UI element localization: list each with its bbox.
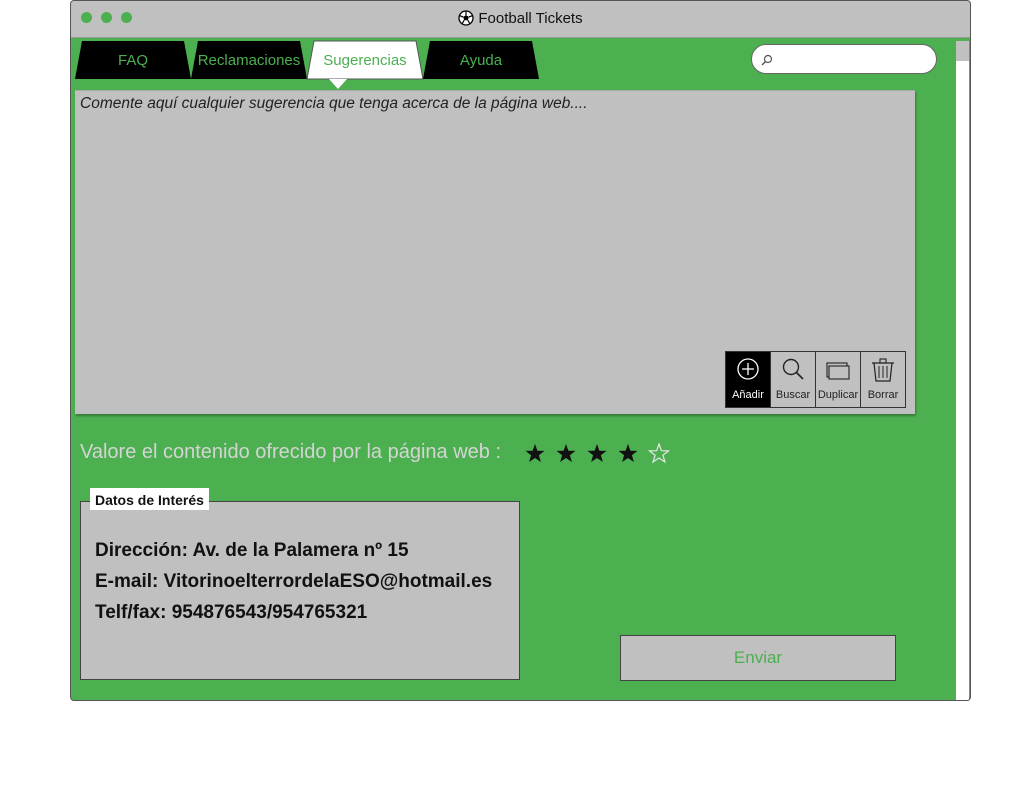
star-filled-icon[interactable] — [616, 442, 647, 466]
email-text: E-mail: VitorinoelterrordelaESO@hotmail.… — [95, 571, 493, 592]
suggestion-text: Comente aquí cualquier sugerencia que te… — [80, 95, 588, 112]
search-icon — [761, 53, 773, 71]
app-window: Football Tickets FAQ Reclamaciones Suger… — [70, 0, 971, 701]
soccer-ball-icon — [458, 10, 475, 30]
suggestion-textarea[interactable]: Comente aquí cualquier sugerencia que te… — [75, 90, 915, 414]
window-title: Football Tickets — [478, 10, 583, 27]
scrollbar-thumb[interactable] — [956, 41, 969, 61]
delete-button-label: Borrar — [867, 389, 899, 401]
send-button[interactable]: Enviar — [620, 635, 896, 681]
tab-faq[interactable]: FAQ — [75, 41, 191, 79]
search-button[interactable]: Buscar — [771, 352, 816, 407]
edit-toolbar: Añadir Buscar Duplicar Borrar — [725, 351, 906, 408]
star-filled-icon[interactable] — [523, 442, 554, 466]
tab-faq-label: FAQ — [117, 51, 148, 69]
send-button-label: Enviar — [733, 648, 783, 667]
duplicate-button[interactable]: Duplicar — [816, 352, 861, 407]
search-button-label: Buscar — [775, 389, 811, 401]
tab-sugerencias-label: Sugerencias — [323, 51, 407, 69]
add-button[interactable]: Añadir — [726, 352, 771, 407]
phone-text: Telf/fax: 954876543/954765321 — [95, 602, 368, 623]
tab-reclamaciones[interactable]: Reclamaciones — [191, 41, 307, 79]
window-title-area: Football Tickets — [71, 10, 970, 30]
star-empty-icon[interactable] — [647, 442, 678, 466]
add-button-label: Añadir — [732, 389, 764, 401]
duplicate-icon — [826, 362, 850, 380]
tab-ayuda-label: Ayuda — [459, 51, 503, 69]
tab-ayuda[interactable]: Ayuda — [423, 41, 539, 79]
duplicate-button-label: Duplicar — [817, 389, 859, 401]
trash-icon — [872, 358, 894, 382]
address-text: Dirección: Av. de la Palamera nº 15 — [95, 540, 409, 561]
title-bar: Football Tickets — [71, 1, 970, 38]
star-filled-icon[interactable] — [585, 442, 616, 466]
magnifier-icon — [782, 358, 804, 380]
rating-label: Valore el contenido ofrecido por la pági… — [80, 441, 502, 463]
tab-reclamaciones-label: Reclamaciones — [197, 51, 301, 69]
star-filled-icon[interactable] — [554, 442, 585, 466]
info-legend: Datos de Interés — [90, 488, 209, 510]
search-input[interactable] — [751, 44, 937, 74]
add-circle-icon — [737, 358, 759, 380]
delete-button[interactable]: Borrar — [861, 352, 905, 407]
tab-sugerencias[interactable]: Sugerencias — [306, 40, 424, 89]
vertical-scrollbar[interactable] — [956, 41, 969, 700]
star-rating[interactable] — [523, 442, 678, 466]
